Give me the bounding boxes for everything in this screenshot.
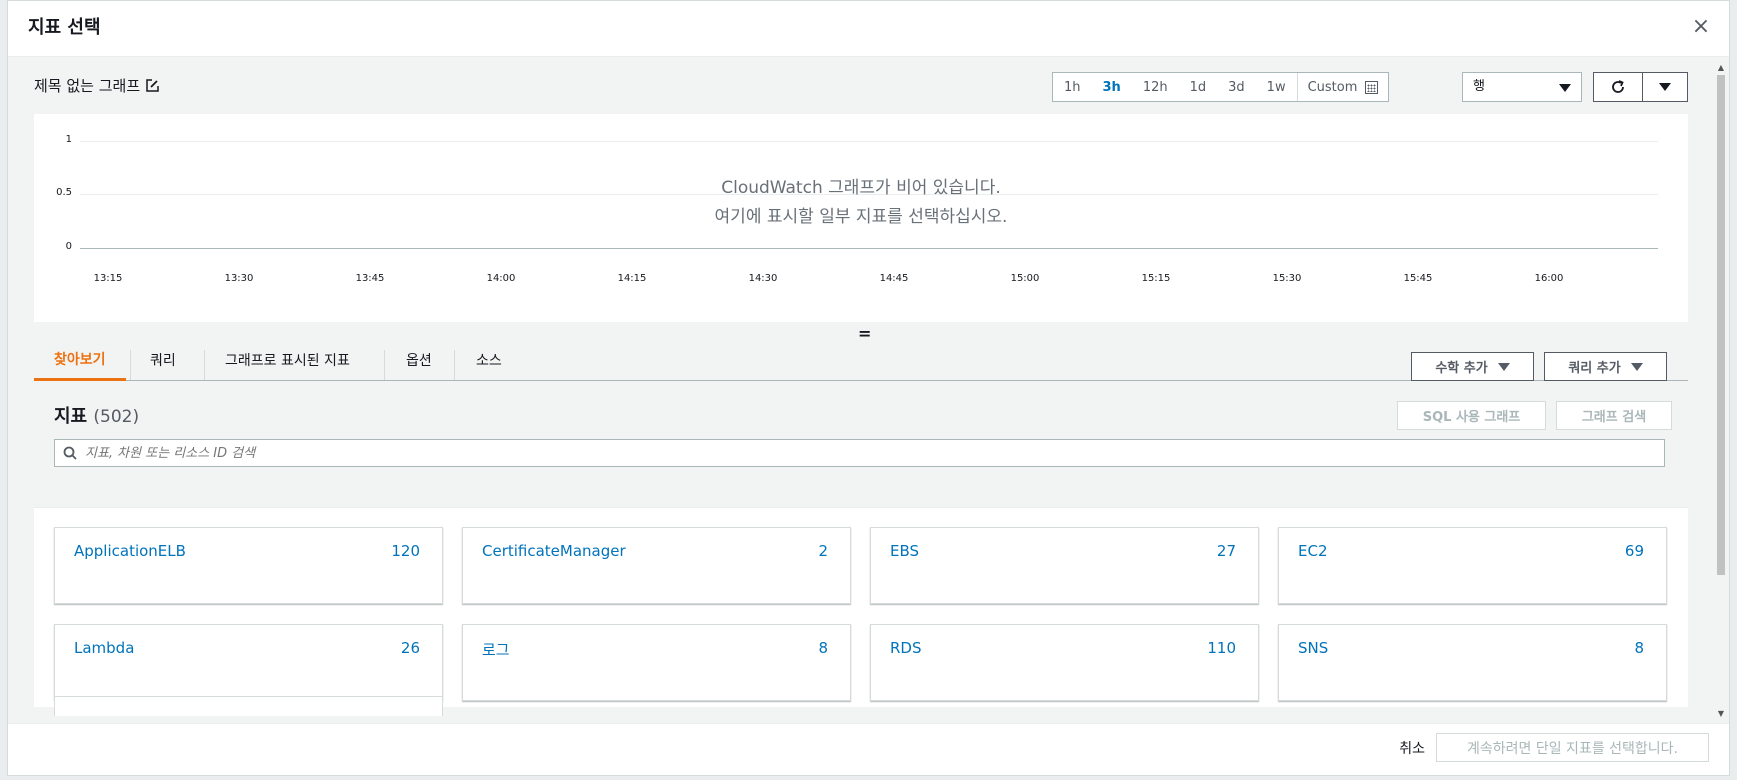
namespace-name: CertificateManager (482, 542, 626, 560)
scroll-up-icon[interactable]: ▲ (1715, 63, 1727, 73)
x-tick: 15:45 (1403, 273, 1433, 284)
x-tick: 15:30 (1272, 273, 1302, 284)
namespace-count: 8 (818, 639, 828, 657)
tab-graphed-metrics[interactable]: 그래프로 표시된 지표 (205, 339, 370, 381)
custom-time-range-button[interactable]: Custom (1296, 73, 1389, 101)
grid-line (80, 141, 1658, 142)
namespace-card-logs[interactable]: 로그 8 (462, 624, 851, 701)
x-tick: 13:15 (93, 273, 123, 284)
edit-icon[interactable] (146, 79, 159, 92)
namespace-card-lambda[interactable]: Lambda 26 (54, 624, 443, 701)
caret-down-icon (1559, 84, 1571, 92)
namespace-name: EC2 (1298, 542, 1328, 560)
namespace-card-partial[interactable] (54, 696, 443, 716)
add-query-label: 쿼리 추가 (1568, 361, 1621, 376)
x-tick: 14:30 (748, 273, 778, 284)
namespace-name: Lambda (74, 639, 135, 657)
graph-search-button[interactable]: 그래프 검색 (1556, 401, 1672, 430)
graph-view-value: 행 (1473, 79, 1485, 94)
time-range-1h[interactable]: 1h (1053, 73, 1092, 101)
time-range-3d[interactable]: 3d (1217, 73, 1256, 101)
namespace-name: 로그 (482, 641, 510, 659)
namespace-count: 120 (391, 542, 420, 560)
caret-down-icon (1630, 362, 1643, 371)
graph-title-row[interactable]: 제목 없는 그래프 (34, 75, 159, 96)
x-tick: 13:45 (355, 273, 385, 284)
graph-panel: 1 0.5 0 13:15 13:30 13:45 14:00 14:15 14… (34, 114, 1688, 322)
tab-source[interactable]: 소스 (455, 339, 523, 381)
add-math-label: 수학 추가 (1435, 361, 1488, 376)
metrics-header: 지표 (502) SQL 사용 그래프 그래프 검색 (34, 383, 1688, 467)
x-tick: 13:30 (224, 273, 254, 284)
scroll-down-icon[interactable]: ▼ (1715, 709, 1727, 719)
namespace-name: SNS (1298, 639, 1329, 657)
calendar-icon (1365, 80, 1379, 94)
vertical-scrollbar[interactable]: ▲ ▼ (1715, 63, 1727, 719)
namespace-card-sns[interactable]: SNS 8 (1278, 624, 1667, 701)
tab-options[interactable]: 옵션 (385, 339, 453, 381)
time-range-selector: 1h 3h 12h 1d 3d 1w Custom (1052, 72, 1390, 102)
x-tick: 15:00 (1010, 273, 1040, 284)
graph-empty-line-1: CloudWatch 그래프가 비어 있습니다. (721, 178, 1001, 198)
namespace-card-applicationelb[interactable]: ApplicationELB 120 (54, 527, 443, 604)
caret-down-icon (1659, 83, 1671, 91)
search-input[interactable] (85, 445, 1664, 461)
tab-browse[interactable]: 찾아보기 (34, 339, 126, 381)
time-range-3h[interactable]: 3h (1092, 73, 1132, 101)
close-icon[interactable]: × (1689, 15, 1713, 39)
namespace-card-certificatemanager[interactable]: CertificateManager 2 (462, 527, 851, 604)
caret-down-icon (1497, 362, 1510, 371)
namespace-count: 8 (1634, 639, 1644, 657)
y-tick: 1 (65, 134, 72, 145)
cancel-button[interactable]: 취소 (1399, 738, 1425, 758)
time-range-1w[interactable]: 1w (1256, 73, 1297, 101)
metrics-search-box (54, 439, 1665, 467)
namespace-card-ec2[interactable]: EC2 69 (1278, 527, 1667, 604)
namespace-card-rds[interactable]: RDS 110 (870, 624, 1259, 701)
refresh-options-button[interactable] (1643, 73, 1687, 101)
modal-header: 지표 선택 × (8, 1, 1729, 57)
namespace-name: EBS (890, 542, 920, 560)
refresh-control (1593, 72, 1688, 102)
scroll-thumb[interactable] (1717, 75, 1725, 575)
x-tick: 15:15 (1141, 273, 1171, 284)
y-tick: 0 (65, 241, 72, 252)
namespace-count: 26 (400, 639, 420, 657)
graph-view-select[interactable]: 행 (1462, 72, 1582, 102)
namespace-name: ApplicationELB (74, 542, 186, 560)
namespace-grid: ApplicationELB 120 CertificateManager 2 … (34, 507, 1688, 716)
x-tick: 14:15 (617, 273, 647, 284)
refresh-button[interactable] (1594, 73, 1643, 101)
modal-body[interactable]: 제목 없는 그래프 1h 3h 12h 1d 3d 1w Custom 행 1 … (8, 57, 1713, 723)
graph-title: 제목 없는 그래프 (34, 77, 141, 95)
namespace-count: 69 (1624, 542, 1644, 560)
tab-query[interactable]: 쿼리 (131, 339, 195, 381)
select-metric-modal: 지표 선택 × 제목 없는 그래프 1h 3h 12h 1d 3d 1w Cus… (7, 0, 1730, 776)
namespace-name: RDS (890, 639, 922, 657)
graph-empty-line-2: 여기에 표시할 일부 지표를 선택하십시오. (714, 207, 1008, 227)
search-icon (55, 446, 85, 460)
graph-with-sql-button[interactable]: SQL 사용 그래프 (1397, 401, 1546, 430)
custom-label: Custom (1307, 79, 1358, 95)
x-axis (80, 248, 1658, 249)
time-range-1d[interactable]: 1d (1179, 73, 1218, 101)
x-tick: 14:00 (486, 273, 516, 284)
add-query-button[interactable]: 쿼리 추가 (1544, 352, 1667, 381)
modal-footer: 취소 계속하려면 단일 지표를 선택합니다. (8, 723, 1729, 775)
metrics-title-text: 지표 (54, 406, 88, 427)
x-tick: 14:45 (879, 273, 909, 284)
namespace-card-ebs[interactable]: EBS 27 (870, 527, 1259, 604)
namespace-count: 2 (818, 542, 828, 560)
graph-empty-message: CloudWatch 그래프가 비어 있습니다. 여기에 표시할 일부 지표를 … (34, 174, 1688, 232)
time-range-12h[interactable]: 12h (1132, 73, 1179, 101)
modal-title: 지표 선택 (28, 17, 101, 38)
namespace-count: 27 (1216, 542, 1236, 560)
continue-button[interactable]: 계속하려면 단일 지표를 선택합니다. (1436, 733, 1709, 762)
x-tick: 16:00 (1534, 273, 1564, 284)
metrics-title: 지표 (502) (54, 402, 139, 428)
namespace-count: 110 (1207, 639, 1236, 657)
add-math-button[interactable]: 수학 추가 (1411, 352, 1534, 381)
metrics-count: (502) (93, 407, 140, 427)
refresh-icon (1612, 80, 1624, 93)
